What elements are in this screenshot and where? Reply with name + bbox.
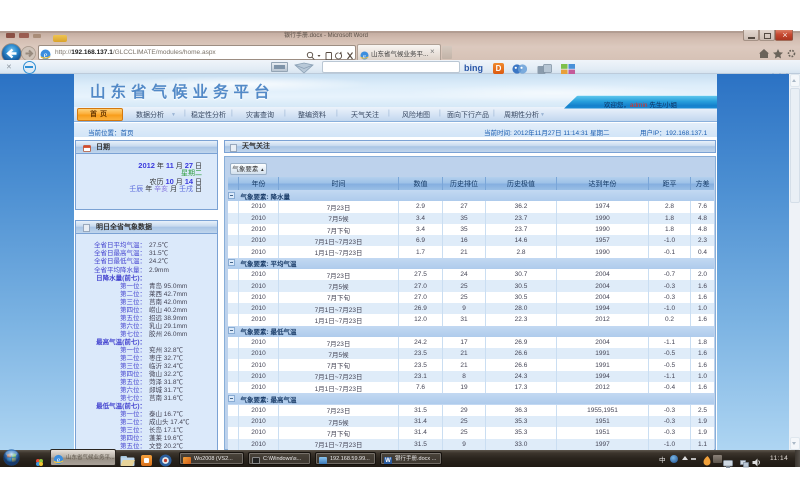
svg-text:e: e bbox=[44, 49, 48, 59]
svg-text:e: e bbox=[363, 53, 366, 60]
